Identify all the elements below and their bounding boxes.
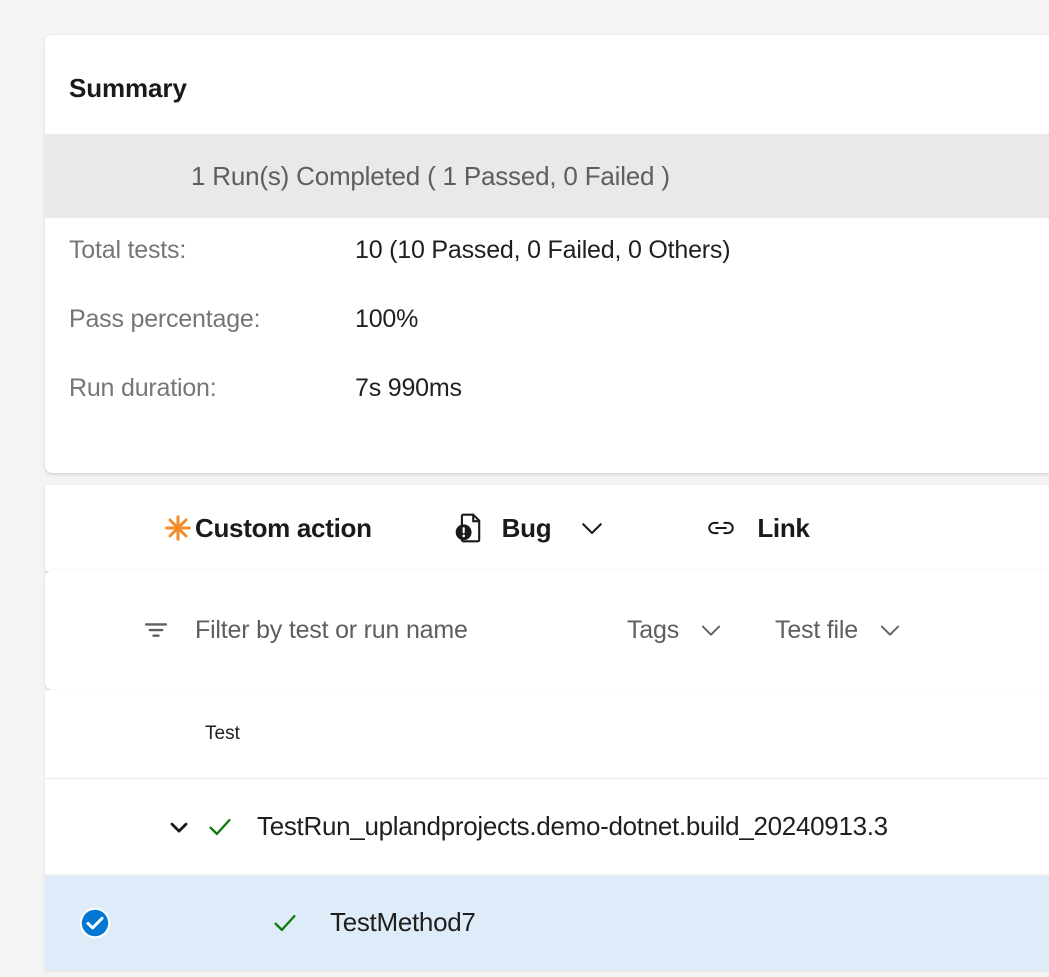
check-green-icon (270, 908, 300, 938)
column-header-test: Test (205, 723, 240, 745)
bug-document-icon (452, 511, 486, 545)
grid-header-row: Test (45, 690, 1049, 779)
stat-row-total-tests: Total tests: 10 (10 Passed, 0 Failed, 0 … (45, 236, 1049, 305)
test-results-grid: Test TestRun_uplandprojects.demo-dotnet.… (45, 690, 1049, 970)
stat-value: 10 (10 Passed, 0 Failed, 0 Others) (355, 236, 730, 265)
test-method-name: TestMethod7 (330, 907, 476, 938)
stat-label: Total tests: (45, 236, 355, 265)
check-circle-filled-icon[interactable] (77, 905, 113, 941)
custom-action-button[interactable]: Custom action (163, 485, 372, 571)
chevron-down-icon (876, 616, 904, 644)
asterisk-icon (163, 513, 193, 543)
test-file-dropdown[interactable]: Test file (775, 616, 904, 645)
check-green-icon (205, 812, 235, 842)
tags-label: Tags (627, 616, 679, 645)
link-icon (705, 512, 737, 544)
chevron-down-icon (697, 616, 725, 644)
stat-row-pass-percentage: Pass percentage: 100% (45, 305, 1049, 374)
link-button[interactable]: Link (705, 485, 809, 571)
chevron-down-icon[interactable] (577, 513, 607, 543)
bug-label: Bug (502, 513, 552, 544)
run-status-banner: 1 Run(s) Completed ( 1 Passed, 0 Failed … (45, 134, 1049, 218)
stat-value: 100% (355, 305, 418, 334)
summary-card: Summary 1 Run(s) Completed ( 1 Passed, 0… (45, 35, 1049, 473)
test-file-label: Test file (775, 616, 858, 645)
row-checkbox[interactable] (45, 905, 145, 941)
chevron-down-icon[interactable] (165, 813, 193, 841)
link-label: Link (757, 513, 809, 544)
run-row-indent (45, 813, 205, 841)
bug-button[interactable]: Bug (452, 485, 608, 571)
filter-icon[interactable] (141, 615, 171, 645)
test-results-page: Summary 1 Run(s) Completed ( 1 Passed, 0… (0, 0, 1049, 977)
table-row[interactable]: TestRun_uplandprojects.demo-dotnet.build… (45, 779, 1049, 875)
table-row[interactable]: TestMethod7 (45, 875, 1049, 970)
stat-row-run-duration: Run duration: 7s 990ms (45, 374, 1049, 443)
page-title: Summary (45, 35, 1049, 134)
search-input[interactable] (193, 615, 597, 646)
actions-toolbar: Custom action Bug Link (45, 485, 1049, 571)
stat-label: Run duration: (45, 374, 355, 403)
filter-bar: Tags Test file (45, 570, 1049, 690)
stat-label: Pass percentage: (45, 305, 355, 334)
summary-stats: Total tests: 10 (10 Passed, 0 Failed, 0 … (45, 218, 1049, 473)
run-name: TestRun_uplandprojects.demo-dotnet.build… (257, 811, 888, 842)
method-row-indent (145, 908, 300, 938)
tags-dropdown[interactable]: Tags (627, 616, 725, 645)
run-status-text: 1 Run(s) Completed ( 1 Passed, 0 Failed … (191, 161, 670, 192)
custom-action-label: Custom action (195, 513, 372, 544)
stat-value: 7s 990ms (355, 374, 462, 403)
